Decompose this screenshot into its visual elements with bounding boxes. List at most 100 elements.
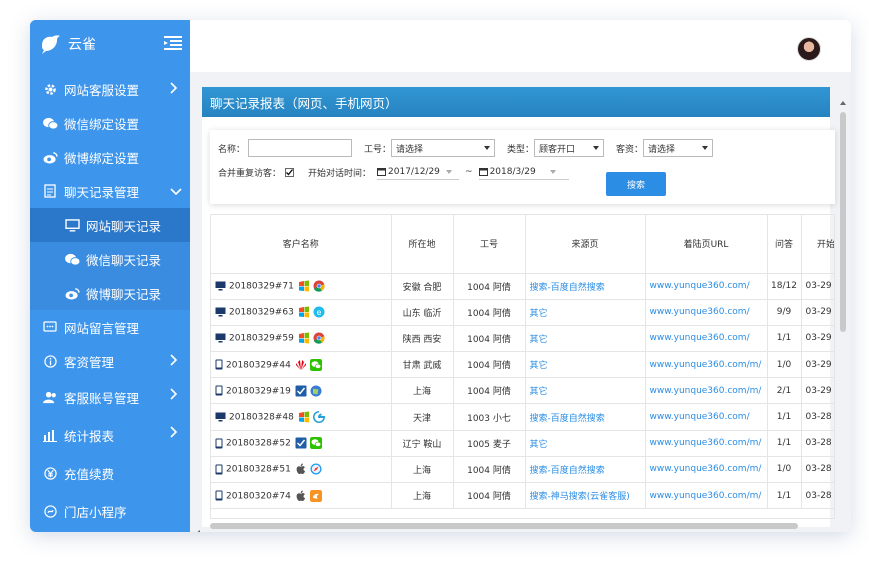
lead-select[interactable]: 请选择 [643, 139, 714, 157]
date-from-picker[interactable]: 2017/12/29 [377, 164, 460, 180]
table-row[interactable]: 20180329#59 陕西 西安 1004 阿倩 其它 www.yunque360.c… [211, 325, 834, 353]
type-select-value: 顾客开口 [539, 144, 576, 155]
desktop-icon [215, 281, 226, 291]
date-to-picker[interactable]: 2018/3/29 [478, 164, 569, 180]
sidebar-item[interactable]: 门店小程序 [30, 492, 190, 530]
sidebar-item[interactable]: 微信聊天记录 [30, 242, 190, 276]
users-icon [42, 389, 58, 405]
sidebar-item[interactable]: 聊天记录管理 [30, 174, 190, 208]
scroll-up-icon[interactable] [839, 99, 847, 107]
horizontal-scrollbar[interactable] [194, 522, 834, 532]
chrome-icon [313, 280, 325, 292]
time-label: 开始对话时间： [308, 168, 372, 179]
mobile-icon [215, 490, 223, 501]
table-row[interactable]: 20180329#19 上海 1004 阿倩 其它 www.yunque360.com/… [211, 377, 834, 405]
col-header[interactable]: 问答 [767, 215, 802, 274]
source-link[interactable]: 其它 [525, 325, 646, 353]
col-header[interactable]: 所在地 [391, 215, 454, 274]
sidebar-item[interactable]: 客资管理 [30, 344, 190, 378]
sidebar-item[interactable]: 微信绑定设置 [30, 106, 190, 140]
search-button[interactable]: 搜索 [606, 172, 666, 196]
source-link[interactable]: 搜索-百度自然搜索 [525, 456, 646, 484]
type-label: 类型： [507, 144, 535, 155]
sidebar-item[interactable]: 微博聊天记录 [30, 276, 190, 310]
source-link[interactable]: 其它 [525, 299, 646, 326]
desktop-icon [215, 333, 226, 343]
landing-url-link[interactable]: www.yunque360.com/ [645, 325, 768, 353]
landing-url-link[interactable]: www.yunque360.com/m/ [645, 351, 768, 379]
table-row[interactable]: 20180328#51 上海 1004 阿倩 搜索-百度自然搜索 www.yunque3… [211, 456, 834, 484]
name-input[interactable] [248, 139, 352, 157]
sidebar-item[interactable]: 网站聊天记录 [30, 208, 190, 242]
merge-checkbox[interactable] [285, 167, 295, 177]
source-link[interactable]: 其它 [525, 430, 646, 457]
location-cell: 安徽 合肥 [391, 273, 454, 300]
sidebar-item[interactable]: 统计报表 [30, 416, 190, 454]
worker-label: 工号： [364, 144, 392, 155]
source-link[interactable]: 其它 [525, 377, 646, 405]
table-row[interactable]: 20180320#74 上海 1004 阿倩 搜索-神马搜索(云雀客服) www.yun… [211, 482, 834, 510]
scroll-left-icon[interactable] [194, 529, 202, 532]
chevron-down-icon [549, 169, 556, 174]
worker-select[interactable]: 请选择 [391, 139, 496, 157]
worker-cell: 1005 麦子 [453, 430, 526, 457]
source-link[interactable]: 搜索-百度自然搜索 [525, 273, 646, 300]
worker-cell: 1004 阿倩 [453, 377, 526, 405]
source-link[interactable]: 搜索-神马搜索(云雀客服) [525, 482, 646, 510]
qa-cell: 18/12 [767, 273, 802, 300]
start-cell: 03-29 [801, 377, 834, 405]
landing-url-link[interactable]: www.yunque360.com/m/ [645, 456, 768, 484]
mobile-icon [215, 385, 223, 396]
vertical-scrollbar[interactable] [839, 92, 847, 522]
landing-url-link[interactable]: www.yunque360.com/m/ [645, 430, 768, 457]
col-header[interactable]: 着陆页URL [645, 215, 768, 274]
customer-name: 20180328#52 [226, 438, 291, 449]
landing-url-link[interactable]: www.yunque360.com/ [645, 273, 768, 300]
landing-url-link[interactable]: www.yunque360.com/m/ [645, 377, 768, 405]
table-row[interactable]: 20180329#44 甘肃 武威 1004 阿倩 其它 www.yunque360.c… [211, 351, 834, 379]
col-header[interactable]: 工号 [453, 215, 526, 274]
mobile-icon [215, 359, 223, 370]
date-separator: ~ [465, 167, 473, 177]
col-header[interactable]: 开始 [801, 215, 834, 274]
location-cell: 上海 [391, 377, 454, 405]
landing-url-link[interactable]: www.yunque360.com/ [645, 299, 768, 326]
type-select[interactable]: 顾客开口 [534, 139, 605, 157]
table-row[interactable]: 20180329#63 e 山东 临沂 1004 阿倩 其它 www.yunque360.… [211, 299, 834, 326]
customer-cell: 20180329#63 e [211, 299, 392, 326]
scrollbar-thumb[interactable] [210, 523, 798, 529]
worker-cell: 1004 阿倩 [453, 456, 526, 484]
sidebar-item[interactable]: 微博绑定设置 [30, 140, 190, 174]
customer-cell: 20180329#19 [211, 377, 392, 405]
location-cell: 陕西 西安 [391, 325, 454, 353]
source-link[interactable]: 其它 [525, 351, 646, 379]
source-link[interactable]: 搜索-百度自然搜索 [525, 403, 646, 431]
sidebar-item-label: 客资管理 [64, 354, 115, 370]
landing-url-link[interactable]: www.yunque360.com/ [645, 403, 768, 431]
desktop-icon [215, 307, 226, 317]
message-icon [42, 319, 58, 335]
col-header[interactable]: 客户名称 [211, 215, 392, 274]
sidebar-item[interactable]: 充值续费 [30, 454, 190, 492]
worker-cell: 1004 阿倩 [453, 273, 526, 300]
sidebar-item[interactable]: 网站留言管理 [30, 310, 190, 344]
table-row[interactable]: 20180328#48 天津 1003 小七 搜索-百度自然搜索 www.yunque3… [211, 403, 834, 431]
sidebar: 云雀 网站客服设置 微信绑定设置 微博绑定设置 聊天记录管理 网站聊天记录 微信聊天记录微… [30, 20, 190, 532]
chevron-down-icon [445, 169, 452, 174]
scrollbar-thumb[interactable] [840, 112, 846, 332]
menu-toggle-icon[interactable] [164, 35, 182, 51]
sidebar-item[interactable]: 客服账号管理 [30, 378, 190, 416]
qa-cell: 1/1 [767, 325, 802, 353]
apple-icon [296, 490, 305, 501]
sidebar-item[interactable]: 网站客服设置 [30, 72, 190, 106]
table-row[interactable]: 20180328#52 辽宁 鞍山 1005 麦子 其它 www.yunque360.c… [211, 430, 834, 457]
chevron-right-icon [170, 354, 180, 368]
landing-url-link[interactable]: www.yunque360.com/m/ [645, 482, 768, 510]
customer-cell: 20180328#51 [211, 456, 392, 484]
location-cell: 上海 [391, 456, 454, 484]
customer-cell: 20180328#52 [211, 430, 392, 457]
avatar[interactable] [797, 37, 821, 61]
col-header[interactable]: 来源页 [525, 215, 646, 274]
qa-cell: 1/1 [767, 403, 802, 431]
table-row[interactable]: 20180329#71 安徽 合肥 1004 阿倩 搜索-百度自然搜索 www.yunq… [211, 273, 834, 300]
